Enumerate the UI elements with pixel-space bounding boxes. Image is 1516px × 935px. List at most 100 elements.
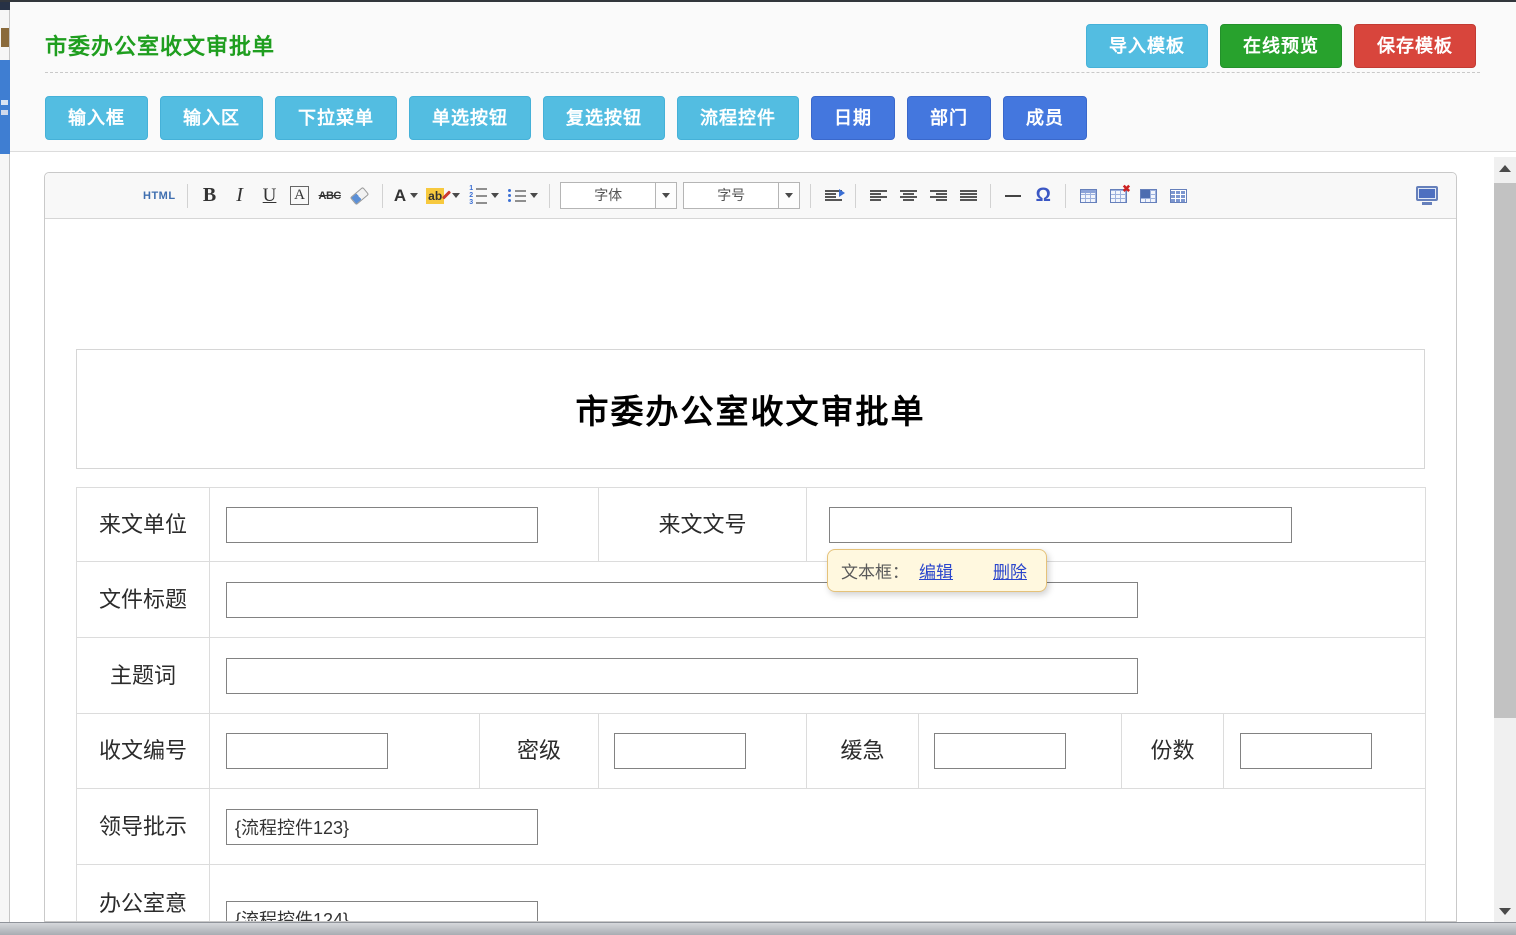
office-opinion-input[interactable]: [226, 901, 538, 923]
italic-icon: I: [236, 184, 243, 207]
align-center-button[interactable]: [897, 182, 919, 210]
unordered-list-icon: [507, 189, 526, 202]
align-left-icon: [870, 189, 887, 203]
table-row: 主题词: [77, 638, 1426, 714]
remove-format-button[interactable]: [349, 182, 371, 210]
strikethrough-button[interactable]: ABC: [319, 182, 341, 210]
underline-icon: U: [263, 185, 277, 207]
delete-table-button[interactable]: [1107, 182, 1129, 210]
ordered-list-button[interactable]: 1 2 3: [468, 182, 499, 210]
table-row: 文件标题: [77, 562, 1426, 638]
text-border-icon: A: [290, 186, 309, 205]
template-editor-page: 市委办公室收文审批单 导入模板 在线预览 保存模板 输入框 输入区 下拉菜单 单…: [0, 0, 1516, 935]
ordered-list-icon: 1 2 3: [468, 186, 487, 205]
toolbar-separator: [187, 184, 188, 208]
add-radio-button[interactable]: 单选按钮: [409, 96, 531, 140]
highlight-color-button[interactable]: ab: [426, 182, 460, 210]
strip-mark: [1, 110, 8, 115]
form-control-buttons: 输入框 输入区 下拉菜单 单选按钮 复选按钮 流程控件 日期 部门 成员: [45, 96, 1087, 140]
add-textarea-button[interactable]: 输入区: [160, 96, 263, 140]
table-row: 收文编号 密级 缓急 份数: [77, 714, 1426, 789]
add-date-button[interactable]: 日期: [811, 96, 895, 140]
horizontal-rule-button[interactable]: [1002, 182, 1024, 210]
urgency-input[interactable]: [934, 733, 1066, 769]
source-code-icon: HTML: [143, 190, 176, 202]
table-header-icon: [1140, 189, 1157, 203]
editor-toolbar: HTML B I U A ABC A ab 1 2 3: [45, 173, 1456, 219]
font-color-icon: A: [394, 186, 406, 206]
fullscreen-button[interactable]: [1416, 182, 1438, 210]
label-receipt-number: 收文编号: [77, 714, 210, 789]
vertical-scrollbar[interactable]: [1494, 157, 1516, 922]
chevron-down-icon: [662, 193, 670, 198]
window-top-edge: [0, 0, 1516, 2]
align-right-button[interactable]: [927, 182, 949, 210]
subject-input[interactable]: [226, 658, 1138, 694]
source-unit-input[interactable]: [226, 507, 538, 543]
strip-mark: [1, 100, 8, 105]
add-dropdown-button[interactable]: 下拉菜单: [275, 96, 397, 140]
label-secrecy: 密级: [480, 714, 599, 789]
table-header-button[interactable]: [1137, 182, 1159, 210]
editor-document[interactable]: 市委办公室收文审批单 来文单位 来文文号 文件标题 主: [45, 219, 1456, 922]
justify-full-button[interactable]: [957, 182, 979, 210]
tooltip-delete-link[interactable]: 删除: [993, 558, 1027, 583]
cell-grid-button[interactable]: [1167, 182, 1189, 210]
save-template-button[interactable]: 保存模板: [1354, 24, 1476, 68]
font-size-value: 字号: [683, 182, 779, 209]
doc-number-input[interactable]: [829, 507, 1292, 543]
font-size-select[interactable]: 字号: [683, 182, 800, 209]
add-checkbox-button[interactable]: 复选按钮: [543, 96, 665, 140]
page-title: 市委办公室收文审批单: [45, 29, 275, 61]
delete-table-icon: [1110, 189, 1127, 203]
indent-icon: [825, 189, 842, 203]
toolbar-separator: [990, 184, 991, 208]
font-family-dropdown-button[interactable]: [656, 182, 677, 209]
horizontal-scrollbar[interactable]: [0, 922, 1516, 935]
indent-button[interactable]: [822, 182, 844, 210]
chevron-down-icon: [530, 193, 538, 198]
font-color-button[interactable]: A: [394, 182, 418, 210]
add-flow-control-button[interactable]: 流程控件: [677, 96, 799, 140]
monitor-stand: [1422, 202, 1432, 205]
text-border-button[interactable]: A: [289, 182, 311, 210]
label-source-unit: 来文单位: [77, 488, 210, 562]
header-panel: 市委办公室收文审批单 导入模板 在线预览 保存模板 输入框 输入区 下拉菜单 单…: [10, 2, 1516, 152]
form-title-box: 市委办公室收文审批单: [76, 349, 1425, 469]
chevron-down-icon: [785, 193, 793, 198]
add-member-button[interactable]: 成员: [1003, 96, 1087, 140]
chevron-down-icon: [491, 193, 499, 198]
unordered-list-button[interactable]: [507, 182, 538, 210]
scroll-up-button[interactable]: [1494, 159, 1516, 177]
font-size-dropdown-button[interactable]: [779, 182, 800, 209]
italic-button[interactable]: I: [229, 182, 251, 210]
font-family-select[interactable]: 字体: [560, 182, 677, 209]
font-family-value: 字体: [560, 182, 656, 209]
add-input-box-button[interactable]: 输入框: [45, 96, 148, 140]
align-left-button[interactable]: [867, 182, 889, 210]
bold-button[interactable]: B: [199, 182, 221, 210]
leader-comments-input[interactable]: [226, 809, 538, 845]
special-character-button[interactable]: Ω: [1032, 182, 1054, 210]
table-icon: [1080, 189, 1097, 203]
strip-blue-segment: [0, 60, 10, 154]
table-row: 领导批示: [77, 789, 1426, 865]
source-code-button[interactable]: HTML: [143, 182, 176, 210]
add-department-button[interactable]: 部门: [907, 96, 991, 140]
import-template-button[interactable]: 导入模板: [1086, 24, 1208, 68]
online-preview-button[interactable]: 在线预览: [1220, 24, 1342, 68]
align-center-icon: [900, 189, 917, 203]
toolbar-separator: [855, 184, 856, 208]
copies-input[interactable]: [1240, 733, 1372, 769]
insert-table-button[interactable]: [1077, 182, 1099, 210]
tooltip-label: 文本框：: [841, 558, 909, 583]
strip-dark-segment: [0, 2, 10, 10]
secrecy-input[interactable]: [614, 733, 746, 769]
scroll-down-button[interactable]: [1494, 902, 1516, 920]
form-title: 市委办公室收文审批单: [576, 385, 926, 433]
scrollbar-thumb[interactable]: [1494, 183, 1516, 718]
underline-button[interactable]: U: [259, 182, 281, 210]
receipt-number-input[interactable]: [226, 733, 388, 769]
tooltip-edit-link[interactable]: 编辑: [919, 558, 953, 583]
eraser-icon: [350, 186, 369, 205]
